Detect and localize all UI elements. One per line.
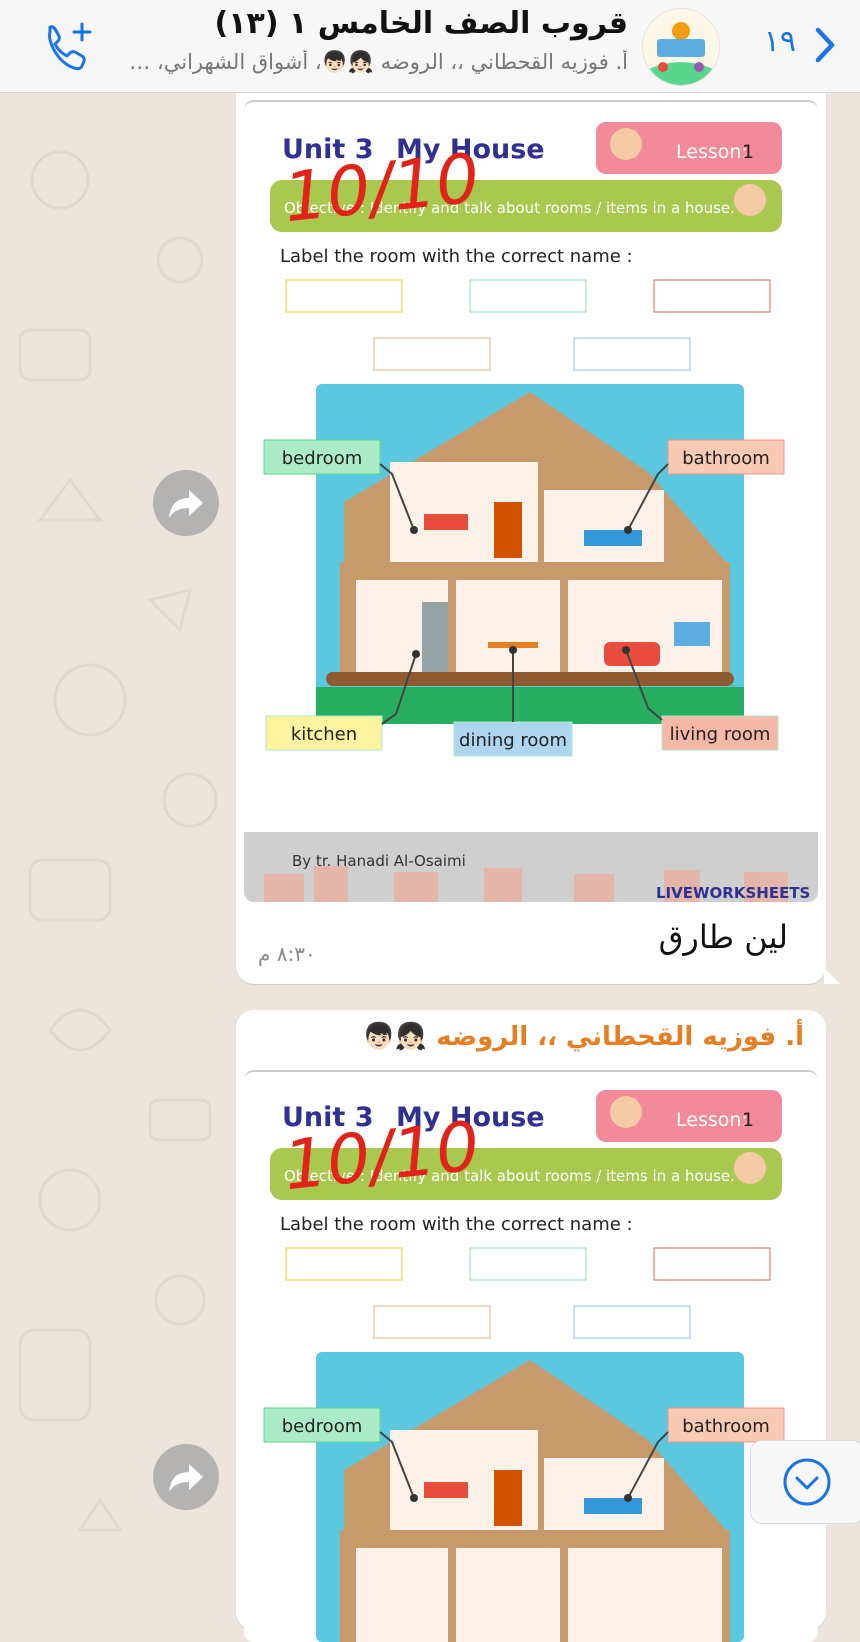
forward-icon: [169, 490, 203, 518]
message-time: ٨:٣٠ م: [258, 942, 316, 966]
worksheet-graphic: Unit 3 My House Lesson: 1 Objective : Id…: [263, 1090, 785, 1642]
girl-icon: [610, 1096, 642, 1128]
instruction-text: Label the room with the correct name :: [280, 1214, 633, 1235]
add-call-button[interactable]: [40, 18, 96, 74]
label-bathroom: bathroom: [682, 1416, 770, 1437]
group-members[interactable]: أ. فوزيه القحطاني ،، الروضه 👧🏻👦🏻، أشواق …: [128, 50, 628, 75]
school-logo-icon: [643, 9, 719, 85]
label-bedroom: bedroom: [282, 1416, 363, 1437]
sender-name[interactable]: أ. فوزيه القحطاني ،، الروضه 👧🏻👦🏻: [362, 1022, 804, 1052]
lesson-number: 1: [742, 141, 754, 163]
forward-icon: [169, 1464, 203, 1492]
scroll-down-icon: [783, 1458, 831, 1506]
scroll-to-bottom-button[interactable]: [750, 1440, 860, 1524]
label-living-room: living room: [670, 724, 771, 745]
instruction-text: Label the room with the correct name :: [280, 246, 633, 267]
label-dining-room: dining room: [459, 730, 567, 751]
label-bedroom: bedroom: [282, 448, 363, 469]
brand-label: LIVEWORKSHEETS: [656, 884, 810, 902]
chevron-left-icon: [815, 27, 835, 63]
forward-button[interactable]: [153, 470, 219, 536]
add-call-icon: [48, 22, 92, 71]
message-bubble[interactable]: Unit 3 My House Lesson: 1 Objective : Id…: [236, 92, 840, 984]
house-illustration: [316, 1352, 744, 1642]
group-avatar[interactable]: [642, 8, 720, 86]
group-name[interactable]: قروب الصف الخامس ١ (١٣): [215, 6, 629, 41]
message-bubble[interactable]: أ. فوزيه القحطاني ،، الروضه 👧🏻👦🏻 Unit 3 …: [236, 1010, 826, 1642]
forward-button[interactable]: [153, 1444, 219, 1510]
house-illustration: [316, 384, 744, 724]
unread-count[interactable]: ١٩: [764, 24, 796, 59]
lesson-label: Lesson:: [676, 141, 748, 163]
bubble-tail: [824, 968, 840, 984]
lesson-number: 1: [742, 1109, 754, 1131]
boy-icon: [734, 184, 766, 216]
label-bathroom: bathroom: [682, 448, 770, 469]
worksheet-image[interactable]: Unit 3 My House Lesson: 1 Objective : Id…: [244, 100, 818, 902]
label-kitchen: kitchen: [291, 724, 357, 745]
back-button[interactable]: [802, 20, 842, 70]
girl-icon: [610, 128, 642, 160]
message-caption: لين طارق: [658, 918, 788, 956]
author-credit: By tr. Hanadi Al-Osaimi: [292, 852, 466, 870]
chat-header: ١٩ قروب الصف الخامس ١ (١٣) أ. فوزيه القح…: [0, 0, 860, 93]
worksheet-image[interactable]: Unit 3 My House Lesson: 1 Objective : Id…: [244, 1070, 818, 1642]
worksheet-graphic: Unit 3 My House Lesson: 1 Objective : Id…: [244, 122, 818, 902]
lesson-label: Lesson:: [676, 1109, 748, 1131]
boy-icon: [734, 1152, 766, 1184]
